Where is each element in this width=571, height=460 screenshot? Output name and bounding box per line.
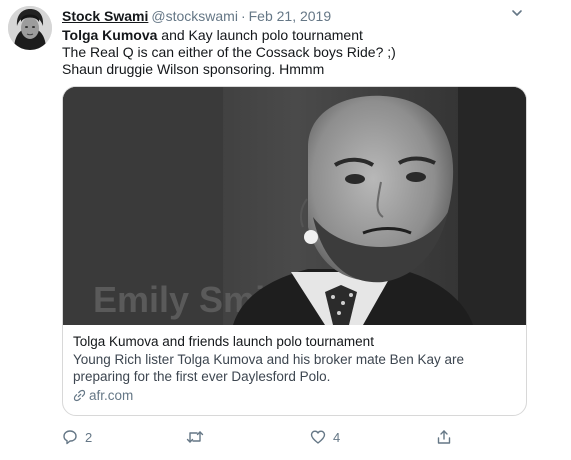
like-count: 4	[333, 429, 341, 445]
tweet-header: Stock Swami @stockswami · Feb 21, 2019	[62, 8, 331, 24]
tweet-actions: 2 4	[62, 428, 462, 446]
reply-icon	[63, 430, 77, 445]
author-display-name[interactable]: Stock Swami	[62, 8, 148, 24]
card-description: Young Rich lister Tolga Kumova and his b…	[73, 352, 464, 384]
author-handle[interactable]: @stockswami	[151, 8, 238, 24]
reply-count: 2	[85, 429, 93, 445]
card-image[interactable]: Emily Smi	[63, 87, 526, 325]
tweet[interactable]: Stock Swami @stockswami · Feb 21, 2019 Tolg…	[0, 0, 571, 460]
chevron-down-icon[interactable]	[510, 6, 524, 20]
avatar[interactable]	[8, 6, 52, 50]
link-card[interactable]: Emily Smi Tolga Kumova and friends launc…	[62, 86, 527, 416]
tweet-text-line-3: Shaun druggie Wilson sponsoring. Hmmm	[62, 61, 325, 77]
share-button[interactable]	[436, 428, 452, 446]
separator-dot: ·	[240, 8, 246, 24]
like-icon	[310, 430, 326, 444]
retweet-button[interactable]	[186, 428, 211, 446]
tweet-text-line-1: Tolga Kumova and Kay launch polo tournam…	[62, 27, 396, 44]
tweet-text: Tolga Kumova and Kay launch polo tournam…	[62, 27, 396, 78]
mentioned-name: Tolga Kumova	[62, 27, 158, 43]
tweet-date[interactable]: Feb 21, 2019	[249, 8, 332, 24]
avatar-image	[8, 6, 52, 50]
tweet-text-line-2: The Real Q is can either of the Cossack …	[62, 44, 396, 60]
share-icon	[437, 430, 451, 444]
link-icon	[73, 389, 86, 402]
card-domain-text: afr.com	[89, 388, 134, 403]
reply-button[interactable]: 2	[62, 428, 92, 446]
retweet-icon	[186, 431, 204, 443]
card-title[interactable]: Tolga Kumova and friends launch polo tou…	[73, 333, 516, 350]
tweet-text-line-1-rest: and Kay launch polo tournament	[157, 27, 363, 43]
like-button[interactable]: 4	[310, 428, 340, 446]
card-text[interactable]: Tolga Kumova and friends launch polo tou…	[73, 333, 516, 404]
card-domain[interactable]: afr.com	[73, 387, 516, 404]
